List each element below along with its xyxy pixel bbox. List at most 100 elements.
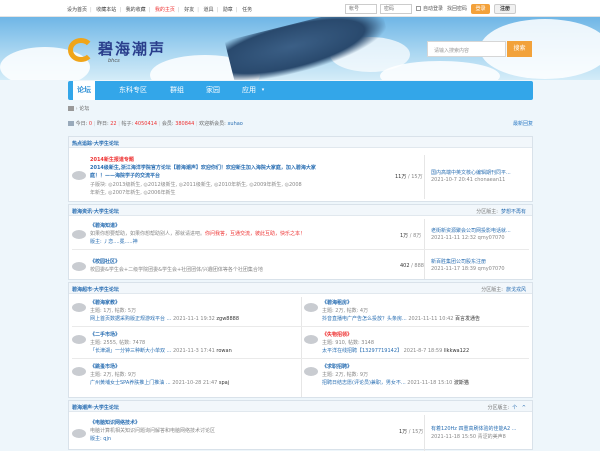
- new-member-link[interactable]: xuhao: [227, 121, 242, 127]
- chevron-down-icon[interactable]: ▾: [259, 81, 267, 100]
- forum-bubble-icon: [72, 303, 86, 312]
- forum-bubble-icon: [72, 230, 86, 239]
- main-nav: 论坛 东科专区 群组 家园 应用 ▾: [68, 81, 533, 100]
- password-input[interactable]: [380, 3, 412, 14]
- forum-stats: 今日: 0 | 昨日: 22 | 帖子: 4050414 | 会员: 38084…: [68, 120, 533, 127]
- forum-name[interactable]: 《二手市场》: [90, 331, 120, 338]
- search-button[interactable]: 搜索: [507, 41, 532, 57]
- zone-moderator-link[interactable]: 个: [512, 405, 517, 411]
- forum-count: 11万 / 15万: [395, 174, 423, 180]
- forum-desc-computer: 电脑计算机相关知识问题询问解答和电脑网络技术讨论区: [90, 428, 216, 434]
- autologin-checkbox[interactable]: [416, 6, 421, 11]
- forum-name[interactable]: 《碧海家教》: [90, 299, 120, 306]
- link-friends[interactable]: 好友: [184, 7, 194, 13]
- forum-name[interactable]: 《求职招聘》: [322, 363, 352, 370]
- forum-name[interactable]: 《跳蚤市场》: [90, 363, 120, 370]
- last-post-meta: 2021-11-11 12:32 qmy07070: [431, 235, 505, 241]
- stat-yesterday: 22: [110, 121, 117, 127]
- nav-tab-groups[interactable]: 群组: [166, 81, 188, 100]
- last-post: 招聘日结志愿(评论员)兼职，男女不... 2021-11-18 15:10 波斯…: [322, 380, 469, 386]
- group-title: 碧海超市·大学生论坛 分区版主: 旅戈戎风: [69, 283, 532, 294]
- breadcrumb: › 论坛: [68, 105, 533, 112]
- nav-tab-forum[interactable]: 论坛: [73, 81, 95, 100]
- forum-name[interactable]: 《碧海租房》: [322, 299, 352, 306]
- forum-stats: 主题: 2万, 帖数: 9万: [90, 372, 137, 378]
- link-tasks[interactable]: 任务: [242, 7, 252, 13]
- top-bar: 设为首页| 收藏本站| 我的收藏| 我的主页| 好友| 道具| 勋章| 任务 自…: [0, 0, 600, 17]
- home-icon[interactable]: [68, 106, 74, 111]
- collapse-icon[interactable]: ^: [520, 405, 526, 411]
- link-my-favorites[interactable]: 我的收藏: [126, 7, 146, 13]
- login-button[interactable]: 登录: [471, 3, 491, 14]
- hot-topic-tag[interactable]: 2014新生报道专题: [90, 156, 134, 163]
- group-market: 碧海超市·大学生论坛 分区版主: 旅戈戎风 《碧海家教》 主题: 1万, 帖数: …: [68, 282, 533, 398]
- forum-name-zhidao[interactable]: 《碧海知道》: [90, 222, 120, 229]
- forum-moderator-computer[interactable]: 版主: qjn: [90, 435, 111, 442]
- last-post-title[interactable]: 新百胜集团公司股东注册: [431, 258, 486, 265]
- forum-desc-zhidao: 如果你想要帮助，如果你想帮助别人，那就请进吧。你问我答，互通交流，彼此互助，快乐…: [90, 231, 306, 237]
- forum-moderator-zhidao[interactable]: 版主: 丿恋....冕.....神: [90, 238, 138, 245]
- last-post-meta: 2021-10-7 20:41 chonaean11: [431, 177, 506, 183]
- subforums-line1[interactable]: 子版块: ◎2013级新生, ◎2012级新生, ◎2011级新生, ◎2010…: [90, 181, 302, 188]
- zone-moderator-link[interactable]: 梦想不再有: [501, 209, 526, 215]
- forum-bubble-icon: [72, 171, 86, 180]
- forum-name[interactable]: 《失物招领》: [322, 331, 352, 338]
- forum-count-zhidao: 1万 / 8万: [400, 233, 422, 239]
- forum-stats: 主题: 2555, 帖数: 7478: [90, 340, 146, 346]
- forum-count-computer: 1万 / 15万: [399, 429, 424, 435]
- stats-icon: [68, 121, 74, 126]
- nav-tab-dongke[interactable]: 东科专区: [114, 81, 152, 100]
- forum-count-campus: 402 / 888: [400, 263, 424, 269]
- nav-tab-home[interactable]: 家园: [202, 81, 224, 100]
- link-set-homepage[interactable]: 设为首页: [67, 7, 87, 13]
- forum-bubble-icon: [72, 262, 86, 271]
- forum-bubble-icon: [72, 429, 86, 438]
- forum-name-computer[interactable]: 《电脑知识网络技术》: [90, 419, 140, 426]
- group-title[interactable]: 热点追踪·大学生论坛: [69, 137, 532, 148]
- stat-members: 380844: [175, 121, 195, 127]
- latest-replies-link[interactable]: 最新回复: [513, 120, 533, 127]
- logo-subtext: bhcs: [108, 58, 120, 64]
- forum-stats: 主题: 2万, 帖数: 4万: [322, 308, 369, 314]
- last-post: 太平洋在线招聘【13297719142】 2021-8-7 18:59 llkk…: [322, 348, 470, 354]
- nav-tab-apps[interactable]: 应用: [238, 81, 260, 100]
- link-my-homepage[interactable]: 我的主页: [155, 7, 175, 13]
- stat-posts: 4050414: [134, 121, 158, 127]
- forum-bubble-icon: [72, 335, 86, 344]
- last-post-title[interactable]: 老街新资源聚会公司网投影电话就...: [431, 227, 511, 234]
- last-post: 抖音直播电广产告怎么投放？头条房... 2021-11-11 10:42 百言发…: [322, 316, 481, 322]
- group-news: 碧海资讯·大学生论坛 分区版主: 梦想不再有 《碧海知道》 如果你想要帮助，如果你…: [68, 204, 533, 280]
- subforums-line2[interactable]: 年新生, ◎2007年新生, ◎2006年新生: [90, 189, 176, 196]
- group-title: 碧海资讯·大学生论坛 分区版主: 梦想不再有: [69, 205, 532, 216]
- group-hot: 热点追踪·大学生论坛 2014新生报道专题 2014级新生,浙江海洋学院官方论坛…: [68, 136, 533, 202]
- zone-moderator-link[interactable]: 旅戈戎风: [506, 287, 526, 293]
- top-links: 设为首页 | 收藏本站 | 我的收藏 | 我的主页 | 好友 | 道具 | 勋章 | 任务: [67, 7, 253, 13]
- forum-title-line2[interactable]: 庭！！——海院学子的交流平台: [90, 172, 160, 179]
- forum-bubble-icon: [304, 303, 318, 312]
- forum-title-line1[interactable]: 2014级新生,浙江海洋学院官方论坛【碧海潮声】欢迎你们！欢迎新生加入海院大家庭…: [90, 164, 316, 171]
- forum-bubble-icon: [304, 335, 318, 344]
- site-logo[interactable]: 碧海潮声 bhcs: [68, 34, 186, 68]
- forum-stats: 主题: 2万, 帖数: 9万: [322, 372, 369, 378]
- link-props[interactable]: 道具: [203, 7, 213, 13]
- last-post-title[interactable]: 有着120Hz 四重高刷体验的佳能A2 ...: [431, 425, 516, 432]
- forum-stats: 主题: 1万, 帖数: 5万: [90, 308, 137, 314]
- login-form: 自动登录 找回密码 登录 注册: [345, 3, 517, 14]
- last-post: 「长津湖」一分钟三种断大小单双 ... 2021-11-3 17:41 rowa…: [90, 348, 232, 354]
- logo-text: 碧海潮声: [98, 40, 167, 58]
- link-medals[interactable]: 勋章: [223, 7, 233, 13]
- breadcrumb-forum[interactable]: 论坛: [79, 106, 89, 112]
- forum-bubble-icon: [72, 367, 86, 376]
- forum-stats: 主题: 910, 帖数: 3148: [322, 340, 374, 346]
- link-bookmark-site[interactable]: 收藏本站: [96, 7, 116, 13]
- header-banner: 碧海潮声 bhcs 请输入搜索内容 搜索: [0, 17, 600, 80]
- search-input[interactable]: 请输入搜索内容: [427, 41, 506, 57]
- username-input[interactable]: [345, 3, 377, 14]
- find-password-link[interactable]: 找回密码: [447, 5, 467, 12]
- register-button[interactable]: 注册: [494, 3, 517, 14]
- last-post-title[interactable]: 国内高端中英文核心编辑期刊同平...: [431, 169, 511, 176]
- group-title: 碧海潮声·大学生论坛 分区版主: 个 ^: [69, 401, 532, 412]
- autologin-label: 自动登录: [423, 6, 444, 12]
- forum-name-campus[interactable]: 《校园社区》: [90, 258, 120, 265]
- last-post: 广州黄埔女士SPA养肤推上门推油 ... 2021-10-28 21:47 sp…: [90, 380, 230, 386]
